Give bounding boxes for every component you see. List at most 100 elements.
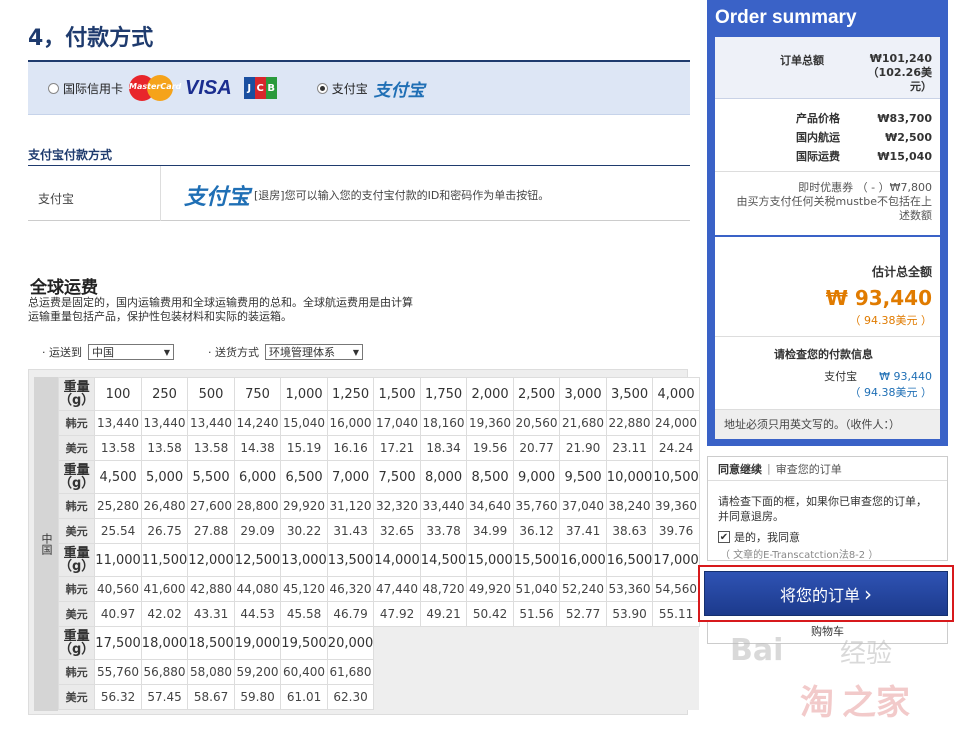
ship-to-select[interactable]: 中国 ▼ bbox=[88, 344, 174, 360]
rate-cell: 15.19 bbox=[280, 435, 328, 461]
rate-cell: 53.90 bbox=[605, 601, 654, 627]
empty-cell bbox=[466, 659, 514, 685]
rate-cell: 25.54 bbox=[94, 518, 142, 544]
rate-cell: 4,500 bbox=[94, 460, 142, 494]
rate-cell: 34,640 bbox=[466, 493, 514, 519]
empty-cell bbox=[606, 659, 653, 685]
rate-cell: 47,440 bbox=[373, 576, 421, 602]
table-row: 美元 40.97 42.02 43.31 44.53 45.58 46.79 47.92 49.… bbox=[57, 601, 700, 627]
rate-cell: 21,680 bbox=[559, 410, 607, 436]
rate-cell: 58.67 bbox=[187, 684, 235, 710]
rate-cell: 55.11 bbox=[652, 601, 700, 627]
rate-cell: 18,000 bbox=[140, 626, 189, 660]
alipay-label: 支付宝 bbox=[331, 81, 368, 96]
rate-cell: 36.12 bbox=[512, 518, 561, 544]
rate-cell: 53,360 bbox=[605, 576, 654, 602]
empty-cell bbox=[559, 626, 607, 660]
rate-cell: 31,120 bbox=[326, 493, 375, 519]
rate-cell: 15,000 bbox=[466, 543, 514, 577]
alipay-radio[interactable] bbox=[316, 82, 328, 94]
payment-title: 4，付款方式 bbox=[28, 26, 154, 51]
rate-cell: 50.42 bbox=[466, 601, 514, 627]
rate-cell: 59,200 bbox=[233, 659, 282, 685]
rate-cell: 25,280 bbox=[94, 493, 142, 519]
rate-cell: 100 bbox=[94, 377, 142, 411]
alipay-option[interactable]: 支付宝 bbox=[316, 80, 368, 97]
table-row: 韩元 40,560 41,600 42,880 44,080 45,120 46,320 47… bbox=[57, 576, 700, 602]
rate-cell: 250 bbox=[140, 377, 189, 411]
method-label: · 送货方式 bbox=[208, 346, 259, 359]
rate-cell: 32,320 bbox=[373, 493, 421, 519]
krw-row-label: 韩元 bbox=[57, 410, 96, 436]
empty-cell bbox=[373, 659, 421, 685]
empty-cell bbox=[559, 659, 607, 685]
payment-method-bar: 国际信用卡 MasterCard VISA J C B 支付宝 支付宝 bbox=[28, 62, 690, 115]
shipping-rate-table: 重量（g） 100 250 500 750 1,000 1,250 1,500 1,750 2,0… bbox=[57, 377, 700, 710]
empty-cell bbox=[513, 659, 560, 685]
rate-cell: 35,760 bbox=[512, 493, 561, 519]
tab-agree[interactable]: 同意继续 bbox=[718, 461, 762, 477]
rate-cell: 6,000 bbox=[233, 460, 282, 494]
address-note: 地址必须只用英文写的。（收件人：） bbox=[715, 409, 940, 439]
tab-review-order[interactable]: 审查您的订单 bbox=[776, 461, 842, 477]
rate-cell: 21.90 bbox=[559, 435, 607, 461]
rate-cell: 40.97 bbox=[94, 601, 142, 627]
pay-amount-usd: （ 94.38美元 ） bbox=[849, 386, 932, 399]
intl-card-option[interactable]: 国际信用卡 bbox=[48, 80, 123, 97]
rate-cell: 46,320 bbox=[326, 576, 375, 602]
rate-cell: 61,680 bbox=[326, 659, 375, 685]
alipay-row-label: 支付宝 bbox=[38, 192, 75, 206]
intl-card-radio[interactable] bbox=[48, 82, 59, 94]
est-total-value: ₩ 93,440 bbox=[825, 286, 932, 310]
table-row: 重量（g） 4,500 5,000 5,500 6,000 6,500 7,000 7,500… bbox=[57, 460, 700, 494]
empty-cell bbox=[373, 684, 421, 710]
rate-cell: 6,500 bbox=[280, 460, 328, 494]
rate-cell: 24,000 bbox=[652, 410, 700, 436]
shipping-filters: · 运送到 中国 ▼ · 送货方式 环境管理体系 ▼ bbox=[42, 344, 363, 360]
rate-cell: 14,000 bbox=[373, 543, 421, 577]
order-total-value: ₩101,240 （102.26美 元） bbox=[867, 52, 932, 93]
agree-checkbox-row[interactable]: ✔ 是的，我同意 bbox=[718, 529, 800, 545]
rate-cell: 40,560 bbox=[94, 576, 142, 602]
rate-cell: 60,400 bbox=[280, 659, 328, 685]
rate-cell: 1,250 bbox=[326, 377, 375, 411]
rate-cell: 52.77 bbox=[559, 601, 607, 627]
order-summary-box: Order summary 订单总额 ₩101,240 （102.26美 元） … bbox=[707, 0, 948, 446]
rate-cell: 16.16 bbox=[326, 435, 375, 461]
rate-cell: 1,500 bbox=[373, 377, 421, 411]
rate-cell: 16,000 bbox=[326, 410, 375, 436]
method-select[interactable]: 环境管理体系 ▼ bbox=[265, 344, 363, 360]
rate-cell: 32.65 bbox=[373, 518, 421, 544]
cart-link[interactable]: 购物车 bbox=[707, 622, 948, 644]
chevron-down-icon: ▼ bbox=[163, 347, 170, 357]
krw-row-label: 韩元 bbox=[57, 493, 96, 519]
product-price-label: 产品价格 bbox=[796, 112, 840, 125]
place-order-button[interactable]: 将您的订单 › bbox=[704, 571, 948, 616]
intl-value: ₩15,040 bbox=[877, 150, 932, 163]
rate-cell: 10,500 bbox=[652, 460, 700, 494]
rate-cell: 62.30 bbox=[326, 684, 375, 710]
rate-cell: 13,000 bbox=[280, 543, 328, 577]
empty-cell bbox=[420, 626, 467, 660]
rate-cell: 18,160 bbox=[419, 410, 468, 436]
coupon-value: ₩7,800 bbox=[889, 181, 932, 194]
check-payment-label: 请检查您的付款信息 bbox=[774, 348, 873, 361]
rate-cell: 26,480 bbox=[140, 493, 189, 519]
rate-cell: 20,000 bbox=[326, 626, 375, 660]
rate-cell: 18,500 bbox=[187, 626, 235, 660]
rate-cell: 13.58 bbox=[187, 435, 235, 461]
order-total-label: 订单总额 bbox=[780, 54, 824, 67]
krw-row-label: 韩元 bbox=[57, 659, 96, 685]
rate-cell: 43.31 bbox=[187, 601, 235, 627]
empty-cell bbox=[559, 684, 607, 710]
est-total-usd: （ 94.38美元 ） bbox=[849, 314, 932, 327]
order-summary-title: Order summary bbox=[715, 7, 857, 28]
rate-cell: 14,240 bbox=[233, 410, 282, 436]
rate-cell: 17,000 bbox=[652, 543, 700, 577]
shipping-rate-box: 中国 重量（g） 100 250 500 750 1,000 1,250 1,500 1,750… bbox=[28, 369, 700, 715]
agree-checkbox[interactable]: ✔ bbox=[718, 531, 730, 543]
rate-cell: 42.02 bbox=[140, 601, 189, 627]
rate-cell: 52,240 bbox=[559, 576, 607, 602]
weight-row-label: 重量（g） bbox=[57, 626, 96, 660]
rate-cell: 16,500 bbox=[605, 543, 654, 577]
